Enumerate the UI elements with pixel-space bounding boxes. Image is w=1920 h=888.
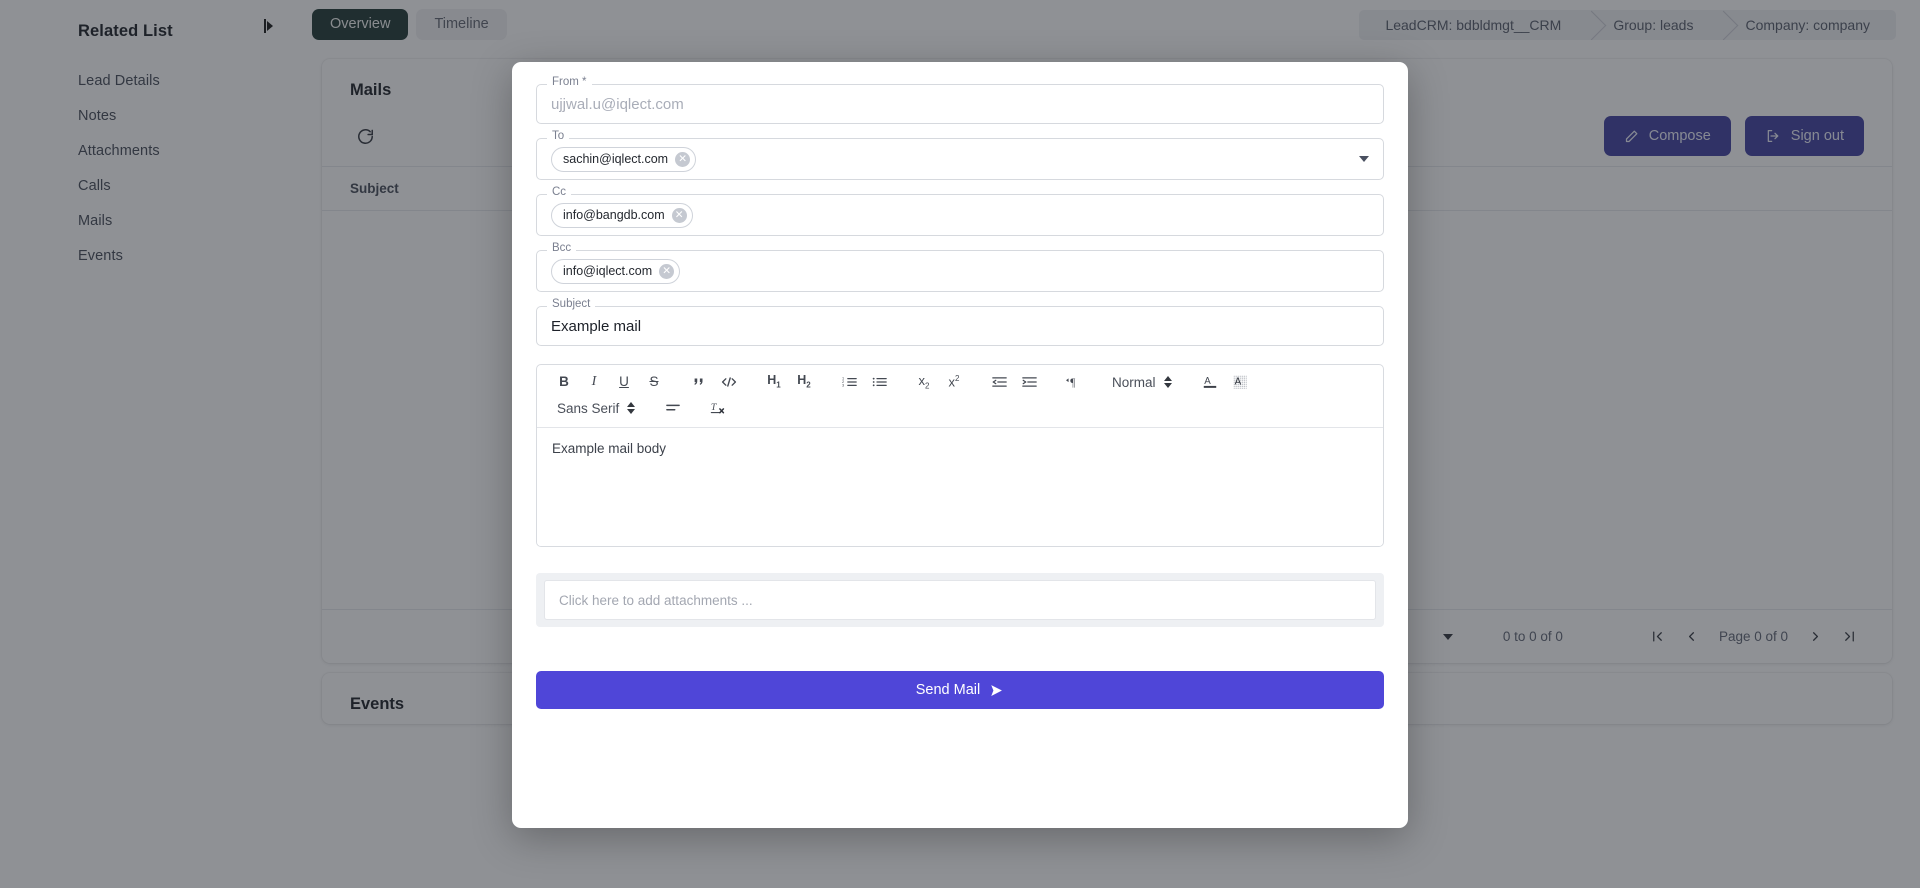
attachments-dropzone[interactable]: Click here to add attachments ... bbox=[536, 573, 1384, 627]
bold-icon[interactable]: B bbox=[552, 370, 576, 394]
subscript-icon[interactable]: x2 bbox=[912, 370, 936, 394]
recipient-chip[interactable]: info@iqlect.com ✕ bbox=[551, 258, 681, 284]
font-select-value: Sans Serif bbox=[557, 400, 620, 416]
attachments-placeholder-box[interactable]: Click here to add attachments ... bbox=[544, 580, 1376, 620]
svg-text:A: A bbox=[1234, 377, 1241, 388]
svg-text:3: 3 bbox=[842, 384, 844, 388]
from-placeholder: ujjwal.u@iqlect.com bbox=[551, 95, 684, 113]
ordered-list-icon[interactable]: 1 2 3 bbox=[837, 370, 861, 394]
close-icon[interactable]: ✕ bbox=[659, 263, 675, 279]
updown-arrows-icon bbox=[627, 402, 636, 414]
subject-field: Subject Example mail bbox=[536, 298, 1384, 346]
heading-select[interactable]: Normal bbox=[1109, 370, 1175, 394]
bullet-list-icon[interactable] bbox=[867, 370, 891, 394]
editor-toolbar: B I U S H1 H2 1 2 3 x2 x2 ¶ Normal A A S… bbox=[537, 365, 1383, 428]
to-label: To bbox=[547, 130, 570, 143]
svg-text:A: A bbox=[1204, 376, 1211, 387]
blockquote-icon[interactable] bbox=[687, 370, 711, 394]
text-color-icon[interactable]: A bbox=[1198, 370, 1222, 394]
subject-value: Example mail bbox=[551, 317, 642, 335]
chip-label: info@iqlect.com bbox=[563, 264, 653, 278]
compose-mail-dialog: From * ujjwal.u@iqlect.com To sachin@iql… bbox=[512, 62, 1408, 828]
indent-icon[interactable] bbox=[1017, 370, 1041, 394]
strikethrough-icon[interactable]: S bbox=[642, 370, 666, 394]
to-input[interactable]: sachin@iqlect.com ✕ bbox=[536, 138, 1384, 180]
editor-toolbar-row-1: B I U S H1 H2 1 2 3 x2 x2 ¶ Normal A A bbox=[549, 370, 1371, 394]
send-mail-button[interactable]: Send Mail bbox=[536, 671, 1384, 709]
clear-formatting-icon[interactable]: T bbox=[706, 396, 730, 420]
svg-text:¶: ¶ bbox=[1070, 377, 1075, 389]
heading-select-value: Normal bbox=[1112, 374, 1156, 390]
outdent-icon[interactable] bbox=[987, 370, 1011, 394]
heading-1-icon[interactable]: H1 bbox=[762, 370, 786, 394]
chevron-down-icon[interactable] bbox=[1359, 156, 1369, 162]
from-label: From * bbox=[547, 76, 592, 89]
attachments-placeholder: Click here to add attachments ... bbox=[559, 592, 753, 608]
rich-text-editor: B I U S H1 H2 1 2 3 x2 x2 ¶ Normal A A S… bbox=[536, 364, 1384, 547]
editor-body[interactable]: Example mail body bbox=[537, 428, 1383, 546]
recipient-chip[interactable]: sachin@iqlect.com ✕ bbox=[551, 146, 697, 172]
superscript-icon[interactable]: x2 bbox=[942, 370, 966, 394]
background-color-icon[interactable]: A bbox=[1228, 370, 1252, 394]
subject-input[interactable]: Example mail bbox=[536, 306, 1384, 346]
text-direction-icon[interactable]: ¶ bbox=[1062, 370, 1086, 394]
code-block-icon[interactable] bbox=[717, 370, 741, 394]
bcc-input[interactable]: info@iqlect.com ✕ bbox=[536, 250, 1384, 292]
subject-label: Subject bbox=[547, 298, 596, 311]
font-select[interactable]: Sans Serif bbox=[554, 396, 638, 420]
bcc-field: Bcc info@iqlect.com ✕ bbox=[536, 242, 1384, 292]
from-field: From * ujjwal.u@iqlect.com bbox=[536, 76, 1384, 124]
svg-text:T: T bbox=[711, 402, 718, 413]
updown-arrows-icon bbox=[1163, 376, 1172, 388]
underline-icon[interactable]: U bbox=[612, 370, 636, 394]
close-icon[interactable]: ✕ bbox=[675, 151, 691, 167]
chip-label: sachin@iqlect.com bbox=[563, 152, 669, 166]
app-root: Related List Lead Details Notes Attachme… bbox=[0, 0, 1920, 888]
cc-field: Cc info@bangdb.com ✕ bbox=[536, 186, 1384, 236]
send-mail-label: Send Mail bbox=[915, 682, 981, 698]
chip-label: info@bangdb.com bbox=[563, 208, 665, 222]
bcc-label: Bcc bbox=[547, 242, 577, 255]
align-icon[interactable] bbox=[661, 396, 685, 420]
from-input[interactable]: ujjwal.u@iqlect.com bbox=[536, 84, 1384, 124]
editor-toolbar-row-2: Sans Serif T bbox=[549, 396, 1371, 420]
close-icon[interactable]: ✕ bbox=[671, 207, 687, 223]
italic-icon[interactable]: I bbox=[582, 370, 606, 394]
to-field: To sachin@iqlect.com ✕ bbox=[536, 130, 1384, 180]
send-icon bbox=[989, 683, 1004, 698]
cc-label: Cc bbox=[547, 186, 572, 199]
cc-input[interactable]: info@bangdb.com ✕ bbox=[536, 194, 1384, 236]
recipient-chip[interactable]: info@bangdb.com ✕ bbox=[551, 202, 693, 228]
heading-2-icon[interactable]: H2 bbox=[792, 370, 816, 394]
